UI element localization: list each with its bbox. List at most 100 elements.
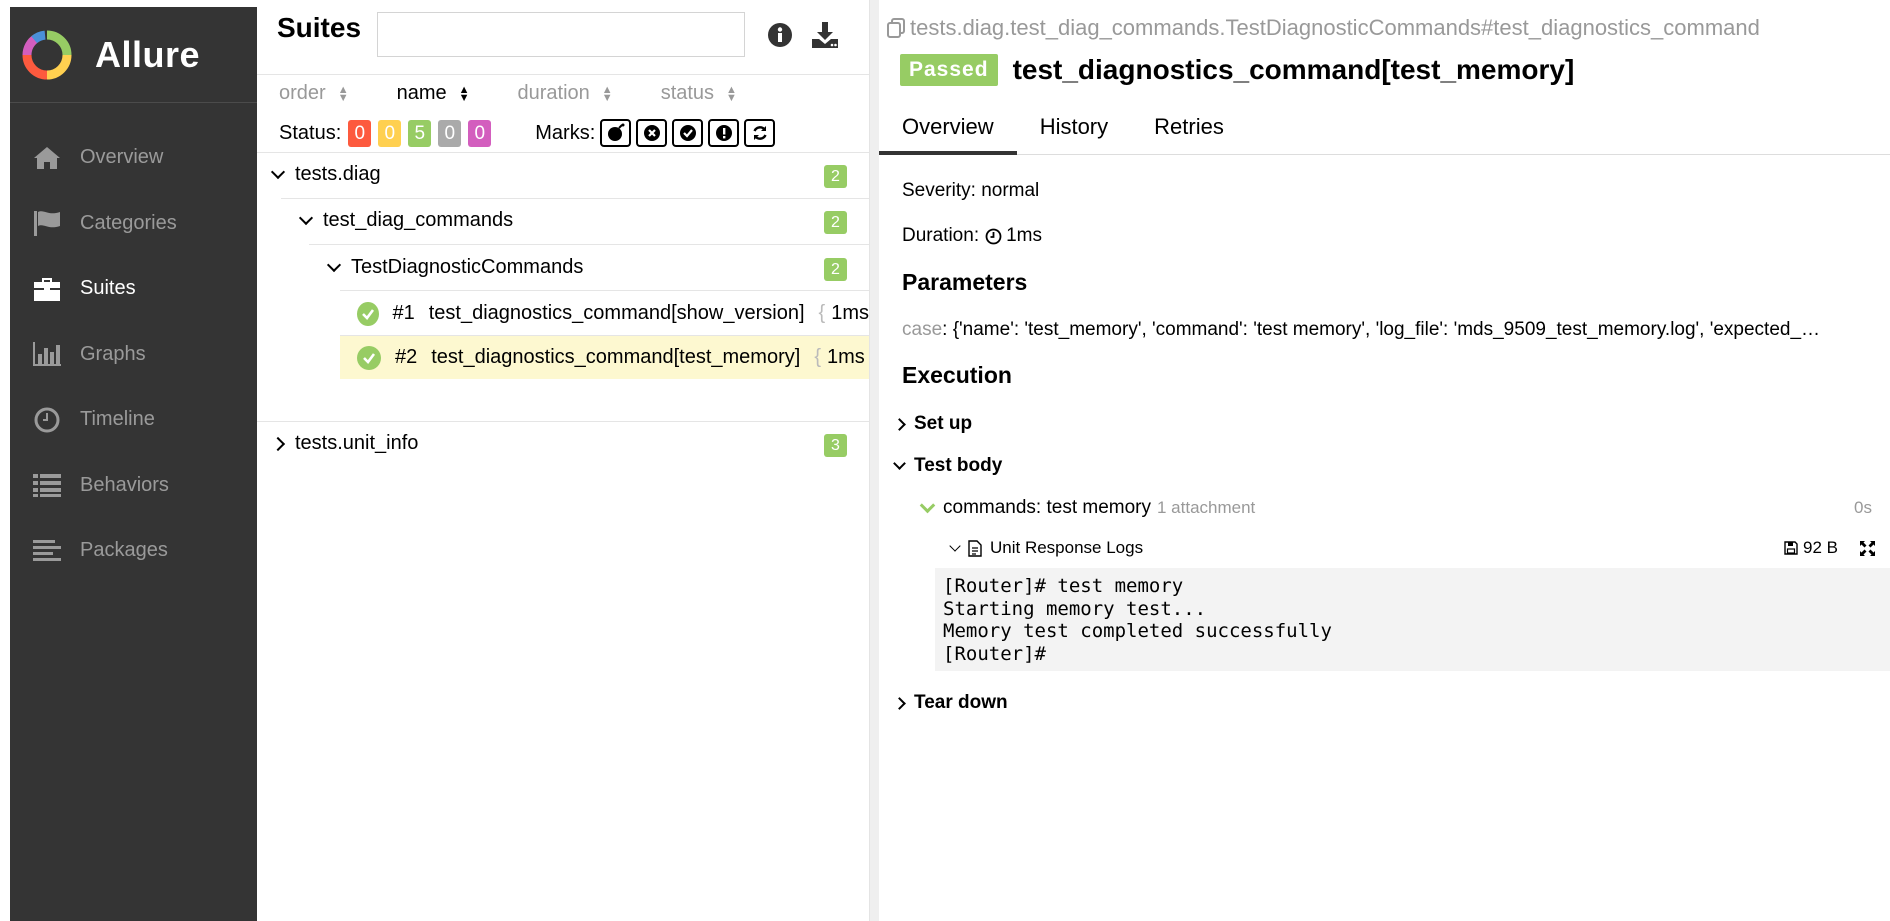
sidebar-item-behaviors[interactable]: Behaviors (10, 453, 257, 519)
group-count-badge: 2 (824, 165, 847, 188)
new-failed-mark-icon[interactable] (636, 119, 668, 147)
tab-retries[interactable]: Retries (1131, 108, 1247, 155)
status-skipped-badge[interactable]: 0 (438, 119, 462, 147)
sidebar-item-label: Categories (80, 211, 177, 234)
sidebar-item-suites[interactable]: Suites (10, 256, 263, 322)
parameter-row: case: {'name': 'test_memory', 'command':… (902, 319, 1877, 341)
sort-status[interactable]: status ▲ ▼ (661, 82, 737, 105)
allure-report: Allure Overview Categories Suites Graphs… (0, 0, 1890, 921)
test-duration-value: 1ms (831, 302, 869, 324)
align-left-icon (30, 536, 64, 566)
timer-icon: { (818, 302, 826, 324)
flaky-mark-icon[interactable] (600, 119, 632, 147)
sort-arrows-icon: ▲ ▼ (337, 83, 349, 104)
chevron-right-icon (893, 696, 906, 710)
teardown-label: Tear down (914, 692, 1008, 713)
parameters-heading: Parameters (902, 269, 1028, 295)
copy-icon[interactable] (885, 17, 907, 39)
test-number: #2 (395, 346, 418, 368)
attachment-row[interactable]: Unit Response Logs 92 B (949, 538, 1876, 558)
allure-logo-icon (22, 30, 72, 79)
window-edge (0, 0, 10, 921)
duration-value: 1ms (1006, 225, 1043, 246)
duration: Duration: 1ms (902, 225, 1042, 247)
status-failed-badge[interactable]: 0 (348, 119, 372, 147)
sidebar-item-categories[interactable]: Categories (10, 191, 257, 257)
sidebar-item-label: Packages (80, 539, 168, 562)
sort-label: name (396, 82, 447, 104)
sort-name[interactable]: name ▲ ▼ (397, 82, 470, 105)
new-broken-mark-icon[interactable] (708, 119, 740, 147)
teardown-section[interactable]: Tear down (893, 692, 1008, 714)
parameter-value: : {'name': 'test_memory', 'command': 'te… (942, 319, 1821, 340)
divider (281, 198, 869, 199)
status-unknown-badge[interactable]: 0 (468, 119, 492, 147)
sort-arrows-icon: ▲ ▼ (601, 83, 613, 104)
setup-section[interactable]: Set up (893, 413, 973, 435)
save-icon (1784, 541, 1798, 555)
sidebar-item-label: Overview (80, 146, 164, 169)
sidebar-item-graphs[interactable]: Graphs (10, 322, 257, 388)
duration-label: Duration: (902, 225, 980, 246)
step-name: commands: test memory (943, 497, 1151, 518)
sidebar-item-timeline[interactable]: Timeline (10, 387, 257, 453)
file-text-icon (968, 539, 982, 557)
marks-label: Marks: (535, 121, 596, 144)
test-body-section[interactable]: Test body (893, 455, 1002, 477)
setup-label: Set up (914, 413, 973, 434)
test-name: test_diagnostics_command[show_version] (428, 302, 805, 324)
home-icon (30, 143, 64, 173)
divider (257, 421, 869, 422)
severity: Severity: normal (902, 180, 1040, 201)
test-title: Passed test_diagnostics_command[test_mem… (900, 54, 1574, 86)
sidebar-item-label: Graphs (80, 342, 146, 365)
sort-order[interactable]: order ▲ ▼ (279, 82, 349, 105)
step-row[interactable]: commands: test memory 1 attachment 0s (919, 497, 1872, 519)
brand[interactable]: Allure (10, 7, 257, 103)
test-duration: {1ms (819, 302, 869, 325)
chevron-down-icon (270, 164, 286, 180)
new-passed-mark-icon[interactable] (672, 119, 704, 147)
sort-controls: order ▲ ▼ name ▲ ▼ duration ▲ ▼ status ▲ ▼ (279, 82, 785, 105)
clock-icon (30, 405, 64, 435)
suites-pane: Suites order ▲ ▼ name ▲ ▼ duration ▲ ▼ status ▲… (257, 0, 869, 921)
tab-history[interactable]: History (1017, 108, 1131, 155)
test-name: test_diagnostics_command[test_memory] (431, 346, 801, 368)
test-row[interactable]: #1 test_diagnostics_command[show_version… (340, 292, 869, 335)
sort-label: order (279, 82, 326, 104)
passed-check-icon (357, 345, 381, 370)
chevron-right-icon (270, 436, 286, 451)
tree-group-tests-diag[interactable]: tests.diag (270, 163, 381, 186)
tab-overview[interactable]: Overview (879, 108, 1017, 155)
sidebar-item-overview[interactable]: Overview (10, 125, 257, 191)
sidebar-item-label: Suites (80, 277, 136, 300)
sort-duration[interactable]: duration ▲ ▼ (518, 82, 613, 105)
pane-splitter[interactable] (869, 0, 879, 921)
search-input[interactable] (377, 12, 745, 57)
attachment-log-content: [Router]# test memory Starting memory te… (935, 568, 1890, 671)
step-time: 0s (1854, 498, 1872, 517)
attachment-count: 1 attachment (1157, 498, 1256, 517)
info-icon[interactable] (767, 22, 793, 48)
tree-group-test-diag-commands[interactable]: test_diag_commands (298, 209, 514, 232)
test-row-selected[interactable]: #2 test_diagnostics_command[test_memory]… (340, 336, 869, 379)
group-count-badge: 2 (824, 258, 847, 281)
sidebar-item-packages[interactable]: Packages (10, 518, 257, 584)
tree-group-label: test_diag_commands (323, 209, 514, 231)
download-icon[interactable] (810, 20, 840, 50)
tree-group-testdiagnosticcommands[interactable]: TestDiagnosticCommands (326, 256, 584, 279)
list-icon (30, 470, 64, 500)
chevron-down-icon (298, 210, 314, 226)
tree-group-label: TestDiagnosticCommands (351, 256, 584, 278)
group-count-badge: 3 (824, 434, 847, 457)
suites-header: Suites (257, 0, 869, 75)
status-passed-badge[interactable]: 5 (408, 119, 432, 147)
status-broken-badge[interactable]: 0 (378, 119, 402, 147)
retries-mark-icon[interactable] (744, 119, 776, 147)
tree-group-tests-unit-info[interactable]: tests.unit_info (270, 432, 418, 455)
test-detail-pane: tests.diag.test_diag_commands.TestDiagno… (879, 0, 1890, 921)
test-name-heading: test_diagnostics_command[test_memory] (1012, 54, 1575, 85)
sidebar: Allure Overview Categories Suites Graphs… (10, 7, 263, 921)
divider (257, 152, 869, 153)
expand-icon[interactable] (1859, 540, 1876, 557)
